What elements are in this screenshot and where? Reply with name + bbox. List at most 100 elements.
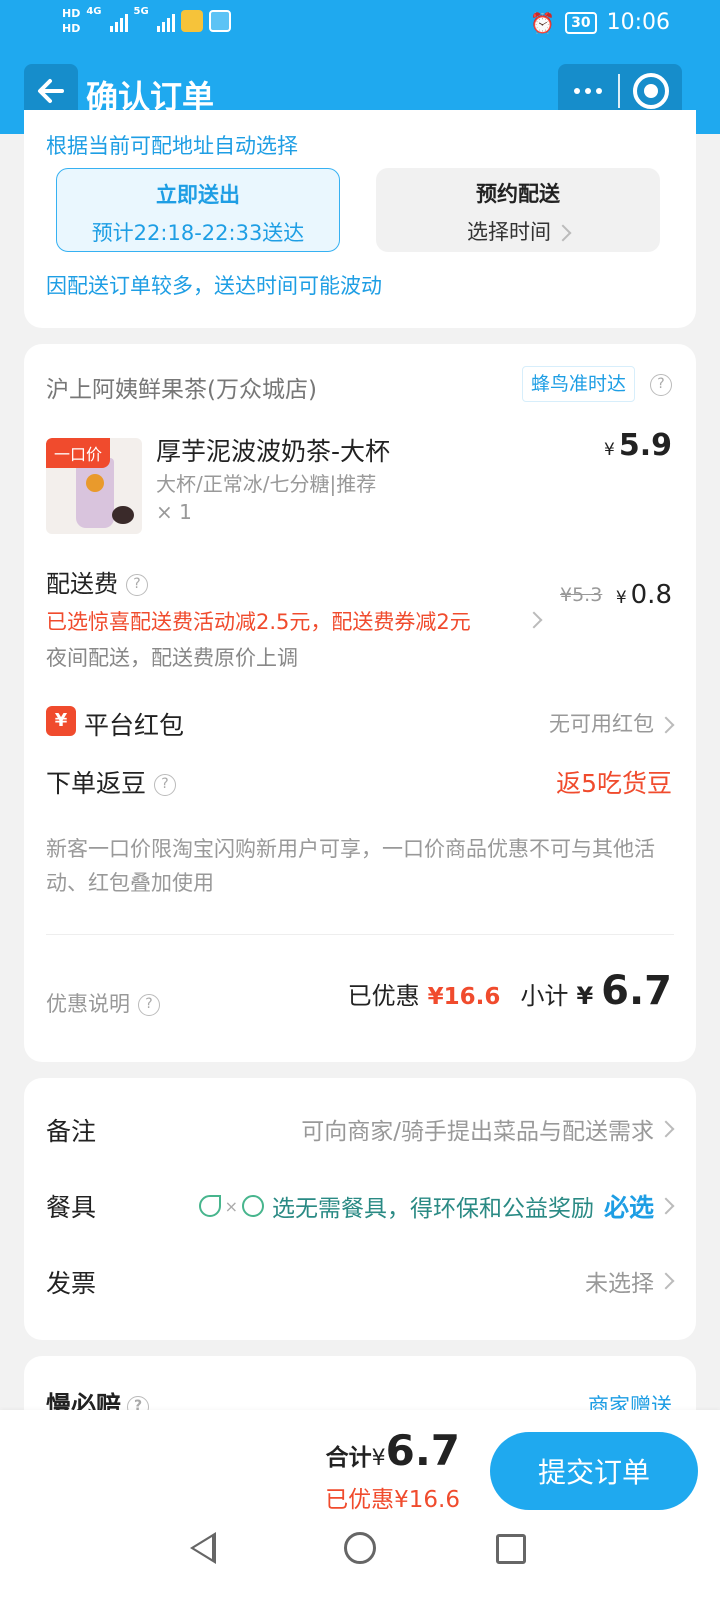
delivery-fee-value: 0.8 — [630, 580, 672, 610]
chevron-right-icon — [657, 1120, 675, 1138]
chevron-right-icon — [657, 716, 675, 734]
question-circle-icon[interactable]: ? — [650, 374, 672, 396]
product-price-value: 5.9 — [618, 428, 672, 463]
delivery-fee-label: 配送费? — [46, 564, 148, 599]
nav-recent-icon[interactable] — [496, 1534, 526, 1564]
beans-text: 下单返豆 — [46, 769, 147, 798]
discount-explanation-text: 优惠说明 — [46, 992, 130, 1016]
chevron-right-icon — [554, 224, 572, 242]
submit-order-button[interactable]: 提交订单 — [490, 1432, 698, 1510]
tableware-value: 选无需餐具，得环保和公益奖励 — [271, 1196, 594, 1222]
tableware-label: 餐具 — [46, 1193, 97, 1222]
signal-icon-2 — [156, 10, 175, 32]
tapioca-balls — [112, 506, 134, 524]
divider — [46, 934, 674, 935]
product-price: ¥5.9 — [604, 428, 672, 463]
product-image: 一口价 — [46, 438, 142, 534]
network-4g: 4G — [86, 6, 102, 17]
total-price: 合计 ¥ 6.7 — [326, 1426, 460, 1475]
remarks-row[interactable]: 可向商家/骑手提出菜品与配送需求 — [301, 1112, 675, 1146]
red-packet-status: 无可用红包 — [549, 712, 654, 736]
capsule-divider — [618, 74, 620, 108]
order-summary: 已优惠 ¥16.6 小计 ¥ 6.7 — [348, 968, 672, 1014]
battery-icon: 30 — [565, 11, 597, 34]
question-circle-icon: ? — [138, 994, 160, 1016]
hd-indicators: HD HD — [62, 6, 80, 36]
currency-symbol: ¥ — [576, 982, 594, 1010]
delivery-fee-text: 配送费 — [46, 570, 118, 598]
order-extras-card: 备注 可向商家/骑手提出菜品与配送需求 餐具 × 选无需餐具，得环保和公益奖励 … — [24, 1078, 696, 1340]
deliver-now-eta: 预计22:18-22:33送达 — [91, 221, 305, 245]
network-5g: 5G — [133, 6, 149, 17]
currency-symbol: ¥ — [615, 588, 627, 608]
invoice-value: 未选择 — [585, 1271, 654, 1297]
order-card: 沪上阿姨鲜果茶(万众城店) 蜂鸟准时达 ? 一口价 厚芋泥波波奶茶-大杯 大杯/… — [24, 344, 696, 1062]
nav-back-icon[interactable] — [190, 1532, 216, 1564]
subtotal-label: 小计 — [520, 982, 569, 1010]
chevron-right-icon — [657, 1197, 675, 1215]
deliver-now-title: 立即送出 — [156, 183, 240, 207]
delivery-fee-price: ¥0.8 — [616, 580, 672, 610]
currency-symbol: ¥ — [371, 1446, 386, 1471]
fengniao-ontime-tag: 蜂鸟准时达 — [522, 366, 636, 402]
total-label: 合计 — [325, 1445, 372, 1471]
currency-symbol: ¥ — [604, 440, 615, 460]
status-bar: HD HD 4G 5G ⏰ 30 10:06 — [0, 0, 720, 54]
total-saved: 已优惠¥16.6 — [325, 1487, 460, 1513]
invoice-row[interactable]: 未选择 — [585, 1264, 675, 1298]
delivery-fluctuation-note: 因配送订单较多，送达时间可能波动 — [46, 274, 382, 298]
status-right: ⏰ 30 10:06 — [530, 10, 670, 35]
red-packet-icon: ¥ — [46, 706, 76, 736]
night-delivery-note: 夜间配送，配送费原价上调 — [46, 646, 298, 670]
chevron-right-icon[interactable] — [525, 611, 543, 629]
remarks-placeholder: 可向商家/骑手提出菜品与配送需求 — [301, 1119, 654, 1145]
milk-tea-cup — [76, 458, 114, 528]
remarks-label: 备注 — [46, 1117, 97, 1146]
beans-value: 返5吃货豆 — [556, 769, 672, 798]
auto-select-note: 根据当前可配地址自动选择 — [46, 134, 298, 158]
product-quantity: × 1 — [156, 500, 192, 524]
delivery-fee-promo[interactable]: 已选惊喜配送费活动减2.5元，配送费券减2元 — [46, 606, 471, 636]
arrow-left-icon — [38, 79, 64, 103]
scheduled-delivery-option[interactable]: 预约配送 选择时间 — [376, 168, 660, 252]
scheduled-delivery-title: 预约配送 — [476, 182, 560, 206]
red-packet-label: 平台红包 — [84, 711, 185, 740]
invoice-label: 发票 — [46, 1269, 97, 1298]
book-app-icon — [208, 10, 231, 32]
hd-1: HD — [62, 7, 81, 20]
question-circle-icon[interactable]: ? — [154, 774, 177, 796]
delivery-fee-original: ¥5.3 — [560, 584, 603, 606]
product-name: 厚芋泥波波奶茶-大杯 — [156, 437, 391, 466]
chevron-right-icon — [657, 1272, 675, 1290]
brand-logo — [86, 474, 104, 492]
scheduled-delivery-sub: 选择时间 — [376, 216, 660, 246]
saved-label: 已优惠 — [347, 982, 420, 1010]
app-notification-icon — [180, 10, 203, 32]
times-icon: × — [224, 1196, 238, 1216]
leaf-icon — [198, 1195, 221, 1217]
tableware-required: 必选 — [603, 1193, 654, 1222]
tableware-row[interactable]: × 选无需餐具，得环保和公益奖励 必选 — [198, 1188, 675, 1224]
total-value: 6.7 — [385, 1426, 460, 1475]
system-nav-bar — [0, 1510, 720, 1600]
beans-label: 下单返豆? — [46, 764, 177, 800]
delivery-time-card: 根据当前可配地址自动选择 立即送出 预计22:18-22:33送达 预约配送 选… — [24, 110, 696, 328]
alarm-icon: ⏰ — [530, 10, 556, 35]
hd-2: HD — [62, 22, 81, 35]
saved-value: ¥16.6 — [427, 984, 501, 1010]
alarm-clock-icon — [241, 1195, 264, 1217]
deliver-now-option[interactable]: 立即送出 预计22:18-22:33送达 — [56, 168, 340, 252]
target-close-icon — [633, 73, 669, 109]
subtotal-value: 6.7 — [601, 968, 672, 1014]
red-packet-value[interactable]: 无可用红包 — [549, 708, 675, 738]
signal-icon — [109, 10, 128, 32]
checkout-bar: 合计 ¥ 6.7 已优惠¥16.6 提交订单 — [0, 1410, 720, 1513]
new-customer-note: 新客一口价限淘宝闪购新用户可享，一口价商品优惠不可与其他活动、红包叠加使用 — [46, 837, 655, 895]
question-circle-icon[interactable]: ? — [126, 574, 148, 596]
status-left: HD HD 4G 5G — [62, 6, 231, 36]
discount-explanation[interactable]: 优惠说明? — [46, 988, 160, 1018]
choose-time-label: 选择时间 — [467, 220, 551, 244]
fixed-price-badge: 一口价 — [46, 438, 111, 468]
nav-home-icon[interactable] — [344, 1532, 376, 1564]
shop-name[interactable]: 沪上阿姨鲜果茶(万众城店) — [46, 370, 317, 404]
